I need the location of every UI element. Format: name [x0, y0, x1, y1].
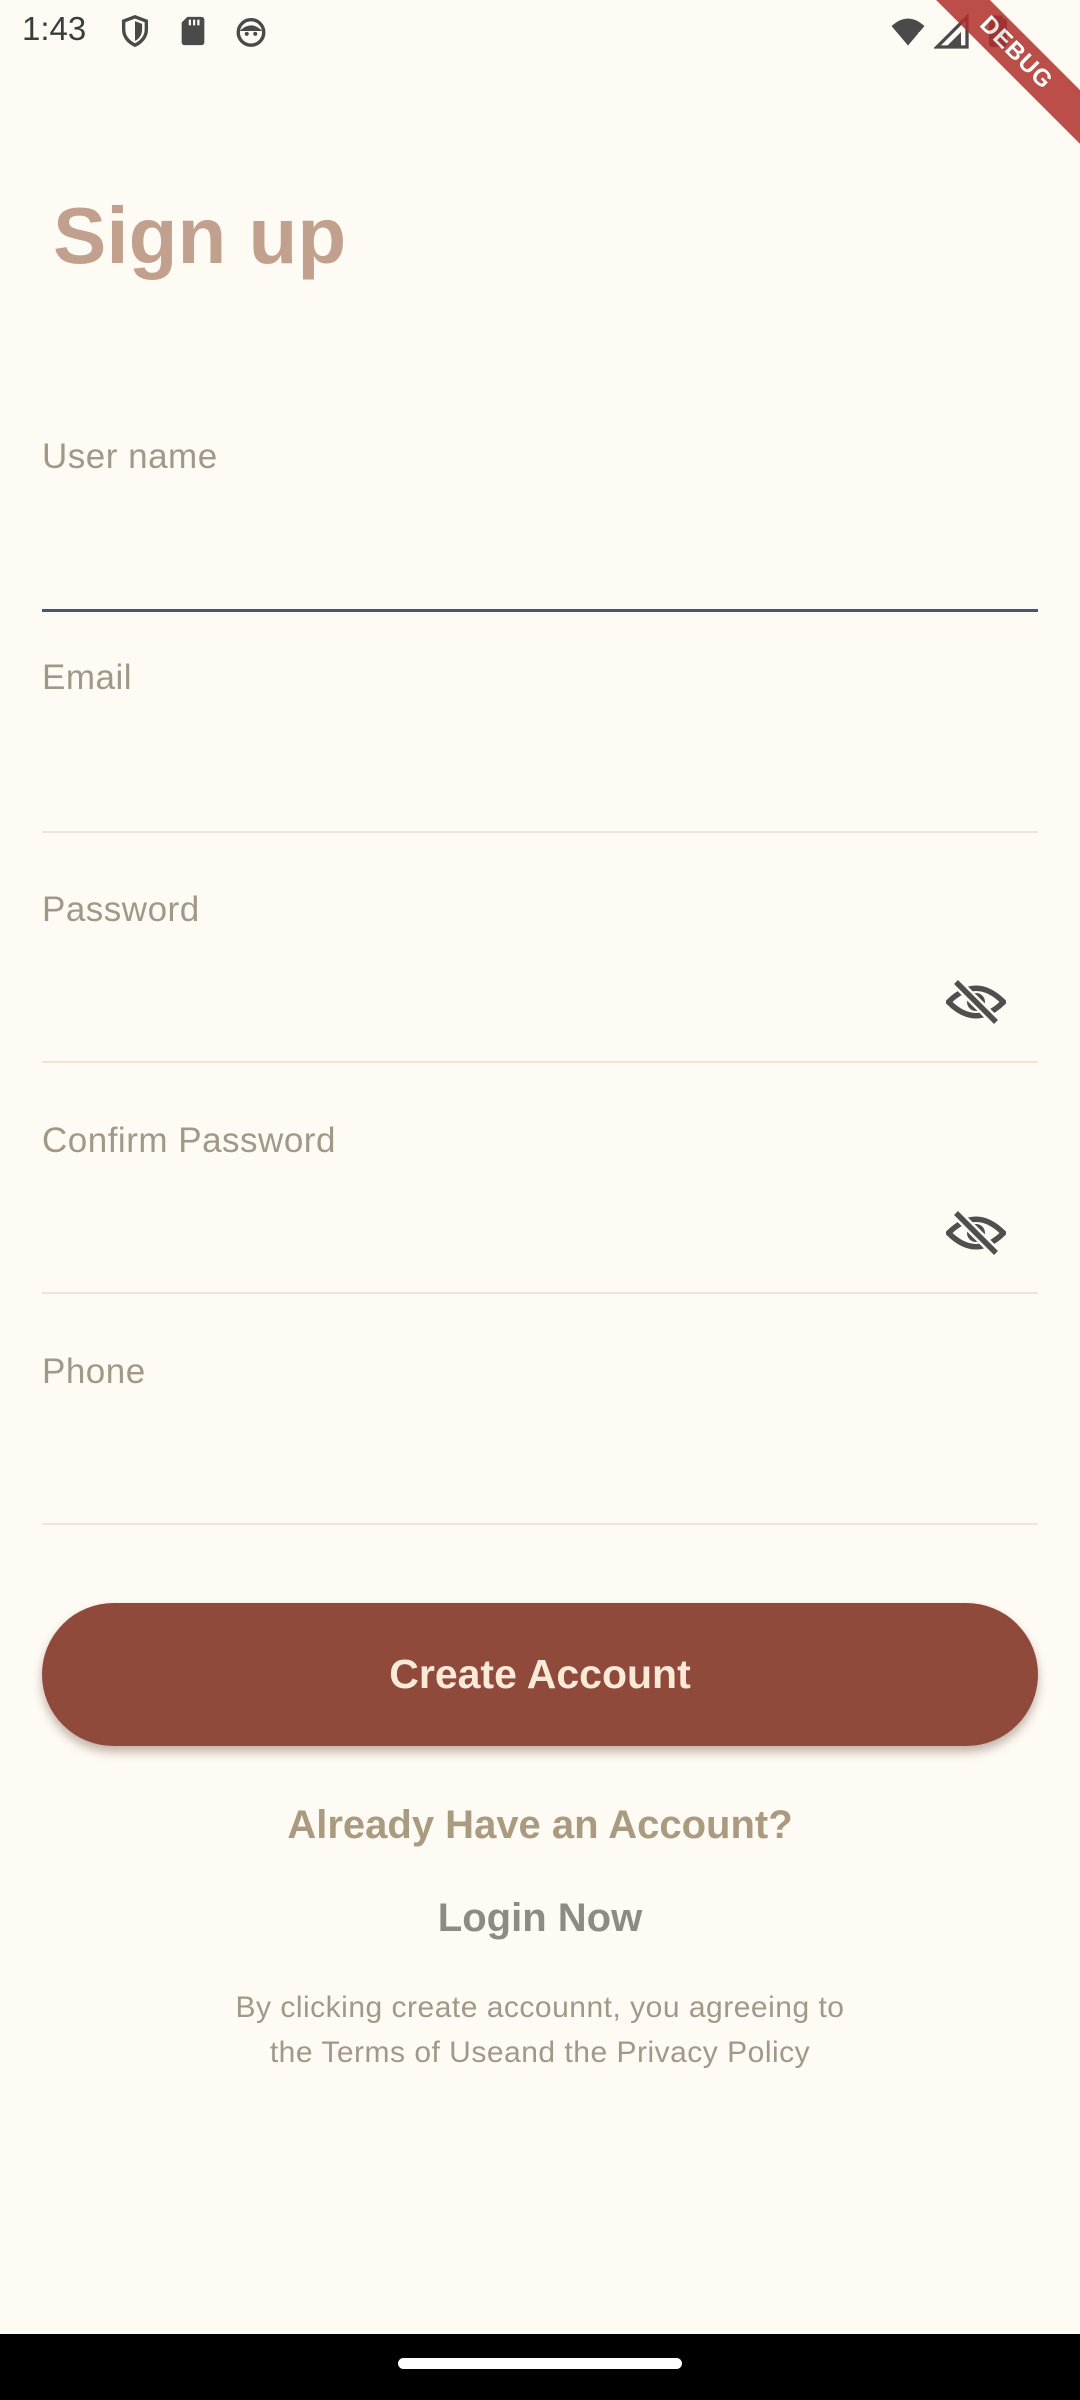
- password-input[interactable]: [42, 968, 942, 1048]
- username-input[interactable]: [42, 515, 1038, 595]
- page-title: Sign up: [53, 191, 347, 280]
- confirm-password-input[interactable]: [42, 1199, 942, 1279]
- password-underline: [42, 1061, 1038, 1063]
- password-label: Password: [42, 890, 200, 929]
- confirm-password-label: Confirm Password: [42, 1121, 336, 1160]
- confirm-password-underline: [42, 1292, 1038, 1294]
- already-have-account-text: Already Have an Account?: [287, 1803, 793, 1847]
- navigation-bar: [0, 2334, 1080, 2400]
- username-label: User name: [42, 437, 218, 476]
- email-underline: [42, 831, 1038, 833]
- confirm-password-field-group: Confirm Password: [42, 1121, 1038, 1297]
- home-gesture-handle[interactable]: [398, 2358, 682, 2369]
- battery-icon: [980, 14, 1016, 50]
- android-face-icon: [234, 14, 268, 48]
- status-time: 1:43: [22, 10, 87, 47]
- terms-line-1: By clicking create accounnt, you agreein…: [235, 1991, 845, 2024]
- phone-underline: [42, 1523, 1038, 1525]
- username-underline: [42, 609, 1038, 612]
- cell-signal-icon: [933, 13, 970, 50]
- visibility-off-icon[interactable]: [944, 974, 1008, 1030]
- create-account-button[interactable]: Create Account: [42, 1603, 1038, 1746]
- email-label: Email: [42, 658, 133, 697]
- visibility-off-icon[interactable]: [944, 1205, 1008, 1261]
- phone-field-group: Phone: [42, 1352, 1038, 1528]
- status-bar: 1:43: [0, 0, 1080, 64]
- wifi-icon: [890, 14, 926, 50]
- terms-line-2: the Terms of Useand the Privacy Policy: [269, 2036, 811, 2069]
- phone-input[interactable]: [42, 1430, 1038, 1510]
- sd-card-icon: [176, 14, 210, 48]
- username-field-group: User name: [42, 437, 1038, 613]
- signup-screen: 1:43 DEBUG Sign up User name Email Passw…: [0, 0, 1080, 2400]
- phone-label: Phone: [42, 1352, 146, 1391]
- email-field-group: Email: [42, 658, 1038, 834]
- password-field-group: Password: [42, 890, 1038, 1066]
- login-now-link[interactable]: Login Now: [0, 1896, 1080, 1941]
- shield-icon: [118, 14, 152, 48]
- email-input[interactable]: [42, 736, 1038, 816]
- terms-text: By clicking create accounnt, you agreein…: [0, 1985, 1080, 2075]
